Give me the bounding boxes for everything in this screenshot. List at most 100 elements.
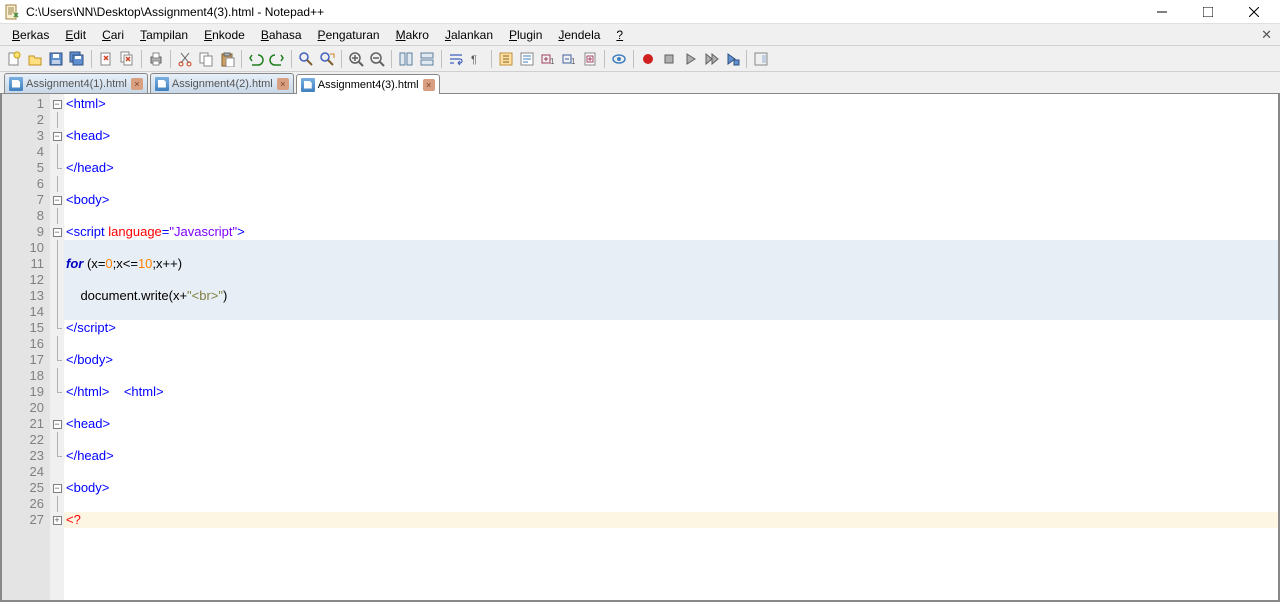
close-button[interactable]: [1240, 2, 1268, 22]
fold-level-button[interactable]: 1: [538, 49, 558, 69]
redo-button[interactable]: [267, 49, 287, 69]
code-line[interactable]: </script>: [64, 320, 1278, 336]
fold-marker[interactable]: −: [50, 192, 64, 208]
undo-button[interactable]: [246, 49, 266, 69]
menu-item-enkode[interactable]: Enkode: [196, 26, 253, 44]
open-file-button[interactable]: [25, 49, 45, 69]
close-all-button[interactable]: [117, 49, 137, 69]
zoom-out-button[interactable]: [367, 49, 387, 69]
play-macro-button[interactable]: [680, 49, 700, 69]
tab-close-icon[interactable]: ×: [423, 79, 435, 91]
menu-item-edit[interactable]: Edit: [57, 26, 94, 44]
code-line[interactable]: [64, 144, 1278, 160]
code-line[interactable]: [64, 368, 1278, 384]
fold-marker: [50, 256, 64, 272]
code-line[interactable]: <head>: [64, 128, 1278, 144]
find-button[interactable]: [296, 49, 316, 69]
sync-h-button[interactable]: [417, 49, 437, 69]
menubar-close-icon[interactable]: ✕: [1261, 27, 1272, 43]
tab-2[interactable]: Assignment4(3).html×: [296, 74, 440, 94]
code-line[interactable]: [64, 272, 1278, 288]
line-number: 11: [4, 256, 44, 272]
code-line[interactable]: [64, 208, 1278, 224]
code-line[interactable]: <head>: [64, 416, 1278, 432]
code-content[interactable]: <html> <head> </head> <body> <script languag…: [64, 94, 1278, 600]
cut-button[interactable]: [175, 49, 195, 69]
menu-item-cari[interactable]: Cari: [94, 26, 132, 44]
save-all-button[interactable]: [67, 49, 87, 69]
code-line[interactable]: [64, 400, 1278, 416]
code-line[interactable]: [64, 176, 1278, 192]
menu-item-berkas[interactable]: Berkas: [4, 26, 57, 44]
fold-marker: [50, 448, 64, 464]
code-line[interactable]: [64, 112, 1278, 128]
udf-button[interactable]: [517, 49, 537, 69]
doc-map-button[interactable]: [751, 49, 771, 69]
save-macro-button[interactable]: [722, 49, 742, 69]
code-line[interactable]: <script language="Javascript">: [64, 224, 1278, 240]
copy-button[interactable]: [196, 49, 216, 69]
new-file-button[interactable]: [4, 49, 24, 69]
replace-button[interactable]: [317, 49, 337, 69]
code-line[interactable]: [64, 464, 1278, 480]
code-line[interactable]: </head>: [64, 448, 1278, 464]
line-number: 19: [4, 384, 44, 400]
tab-1[interactable]: Assignment4(2).html×: [150, 73, 294, 93]
close-file-button[interactable]: [96, 49, 116, 69]
menu-item-jalankan[interactable]: Jalankan: [437, 26, 501, 44]
code-line[interactable]: </body>: [64, 352, 1278, 368]
menu-item-makro[interactable]: Makro: [388, 26, 437, 44]
line-number: 10: [4, 240, 44, 256]
code-line[interactable]: [64, 304, 1278, 320]
menu-item-jendela[interactable]: Jendela: [550, 26, 608, 44]
save-file-button[interactable]: [46, 49, 66, 69]
fold-marker[interactable]: −: [50, 416, 64, 432]
fold-marker: [50, 288, 64, 304]
line-number: 14: [4, 304, 44, 320]
fold-marker[interactable]: +: [50, 512, 64, 528]
code-line[interactable]: </html> <html>: [64, 384, 1278, 400]
hide-lines-button[interactable]: [609, 49, 629, 69]
code-line[interactable]: <?: [64, 512, 1278, 528]
code-line[interactable]: </head>: [64, 160, 1278, 176]
code-line[interactable]: <body>: [64, 480, 1278, 496]
code-line[interactable]: [64, 496, 1278, 512]
fold-doc-button[interactable]: [580, 49, 600, 69]
fold-marker[interactable]: −: [50, 480, 64, 496]
code-line[interactable]: [64, 336, 1278, 352]
minimize-button[interactable]: [1148, 2, 1176, 22]
tab-close-icon[interactable]: ×: [277, 78, 289, 90]
sync-v-button[interactable]: [396, 49, 416, 69]
menu-item-plugin[interactable]: Plugin: [501, 26, 550, 44]
fold-marker[interactable]: −: [50, 128, 64, 144]
code-line[interactable]: <html>: [64, 96, 1278, 112]
line-number: 17: [4, 352, 44, 368]
print-button[interactable]: [146, 49, 166, 69]
tab-close-icon[interactable]: ×: [131, 78, 143, 90]
stop-macro-button[interactable]: [659, 49, 679, 69]
code-line[interactable]: for (x=0;x<=10;x++): [64, 256, 1278, 272]
code-line[interactable]: document.write(x+"<br>"): [64, 288, 1278, 304]
menu-item-?[interactable]: ?: [608, 26, 631, 44]
code-line[interactable]: [64, 240, 1278, 256]
menu-item-pengaturan[interactable]: Pengaturan: [310, 26, 388, 44]
fold-marker[interactable]: −: [50, 224, 64, 240]
paste-button[interactable]: [217, 49, 237, 69]
tab-0[interactable]: Assignment4(1).html×: [4, 73, 148, 93]
show-all-button[interactable]: ¶: [467, 49, 487, 69]
fold-marker: [50, 432, 64, 448]
menu-item-bahasa[interactable]: Bahasa: [253, 26, 310, 44]
menu-item-tampilan[interactable]: Tampilan: [132, 26, 196, 44]
record-macro-button[interactable]: [638, 49, 658, 69]
zoom-in-button[interactable]: [346, 49, 366, 69]
play-multi-button[interactable]: [701, 49, 721, 69]
code-line[interactable]: <body>: [64, 192, 1278, 208]
word-wrap-button[interactable]: [446, 49, 466, 69]
indent-guide-button[interactable]: [496, 49, 516, 69]
unfold-level-button[interactable]: 1: [559, 49, 579, 69]
fold-marker[interactable]: −: [50, 96, 64, 112]
maximize-button[interactable]: [1194, 2, 1222, 22]
fold-marker: [50, 304, 64, 320]
fold-marker: [50, 160, 64, 176]
code-line[interactable]: [64, 432, 1278, 448]
